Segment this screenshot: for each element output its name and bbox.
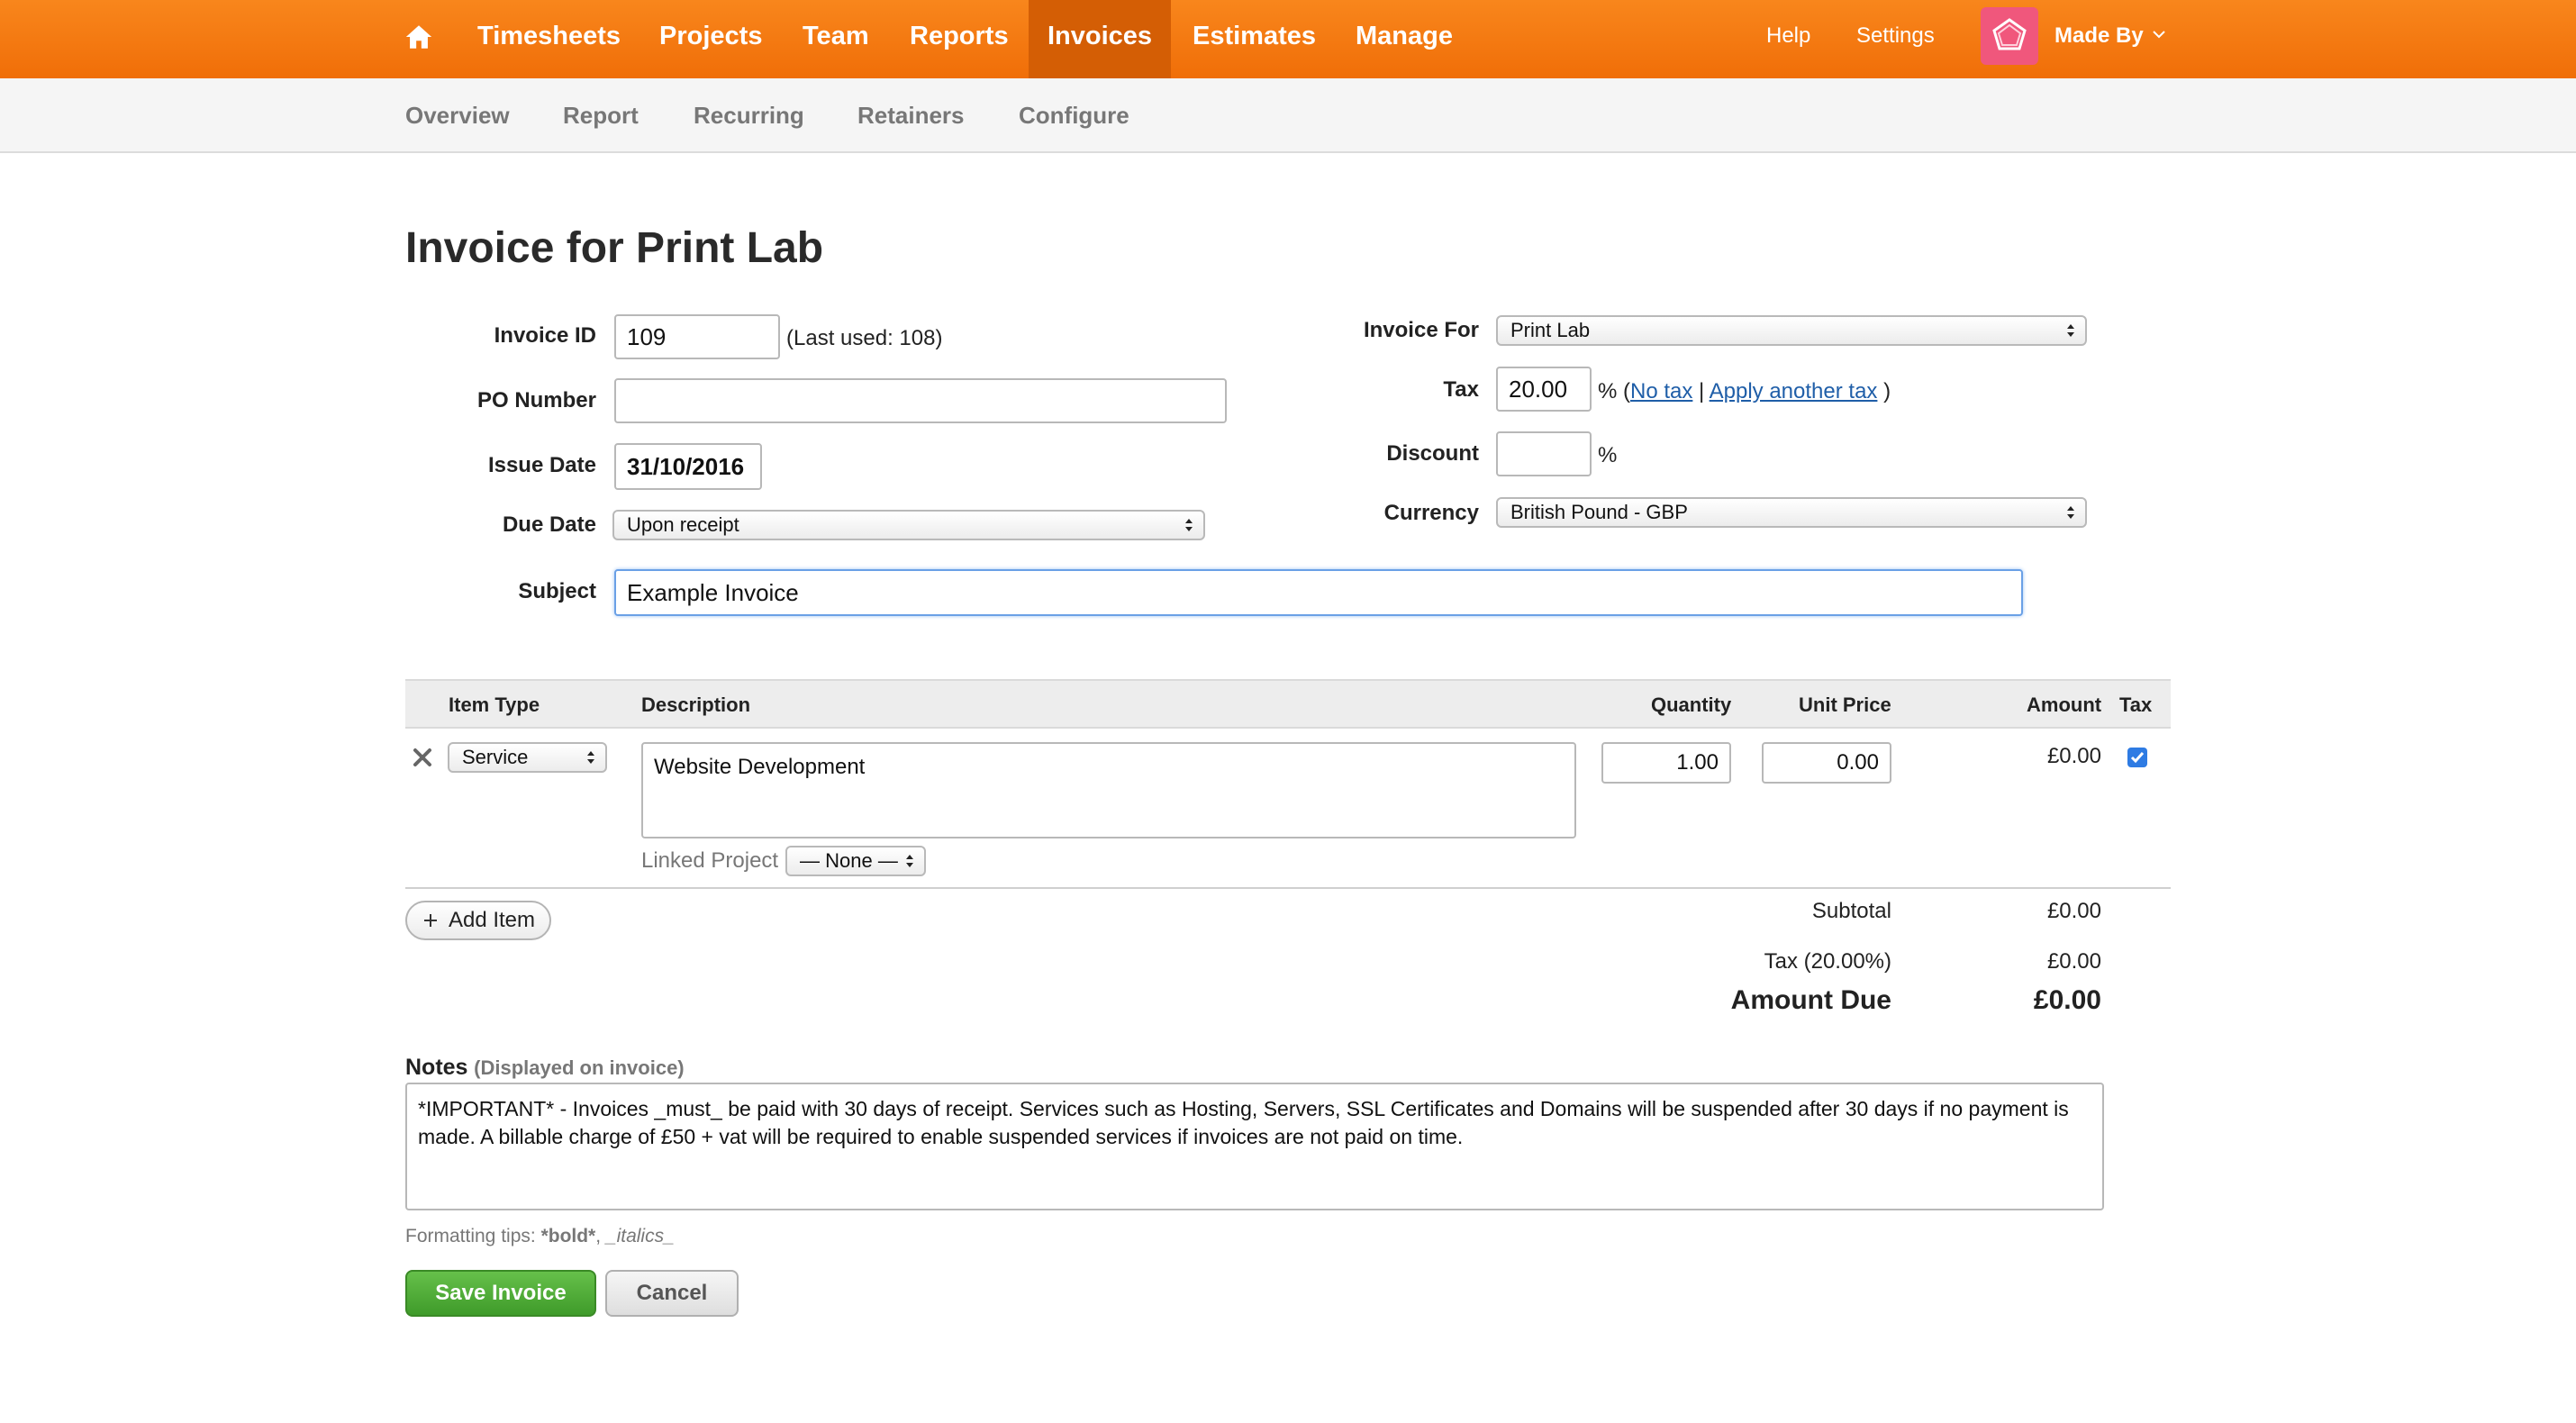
- nav-settings[interactable]: Settings: [1856, 0, 1935, 78]
- linked-project-label: Linked Project: [641, 848, 779, 873]
- tips-bold: *bold*: [540, 1226, 596, 1246]
- select-arrows-icon: [587, 751, 594, 764]
- header-quantity: Quantity: [1651, 693, 1732, 716]
- quantity-input[interactable]: 1.00: [1601, 742, 1731, 784]
- plus-icon: [423, 914, 437, 927]
- issue-date-input[interactable]: 31/10/2016: [614, 443, 762, 490]
- tax-options: % (No tax | Apply another tax ): [1598, 379, 1891, 404]
- amount-due-value: £0.00: [2033, 985, 2101, 1015]
- tax-total-value: £0.00: [2046, 949, 2101, 974]
- page-title: Invoice for Print Lab: [405, 224, 824, 272]
- subtotal-value: £0.00: [2046, 899, 2101, 923]
- tax-input[interactable]: 20.00: [1496, 367, 1592, 412]
- subnav-configure[interactable]: Configure: [1019, 78, 1129, 151]
- invoice-id-label: Invoice ID: [494, 323, 596, 348]
- subject-input[interactable]: Example Invoice: [614, 569, 2023, 616]
- apply-another-tax-link[interactable]: Apply another tax: [1710, 379, 1878, 403]
- tax-percent-text: % (: [1598, 379, 1630, 403]
- select-arrows-icon: [2067, 506, 2074, 519]
- checkmark-icon: [2130, 752, 2145, 764]
- description-textarea[interactable]: Website Development: [641, 742, 1576, 838]
- nav-reports[interactable]: Reports: [910, 0, 1009, 78]
- issue-date-label: Issue Date: [487, 453, 596, 477]
- subnav-report[interactable]: Report: [563, 78, 639, 151]
- discount-label: Discount: [1386, 441, 1479, 466]
- currency-label: Currency: [1383, 501, 1479, 525]
- subnav-retainers[interactable]: Retainers: [857, 78, 965, 151]
- due-date-select[interactable]: Upon receipt: [612, 510, 1205, 540]
- po-number-label: PO Number: [476, 388, 596, 412]
- account-menu[interactable]: Made By: [2054, 0, 2144, 78]
- invoice-for-select[interactable]: Print Lab: [1496, 315, 2087, 346]
- subnav-overview[interactable]: Overview: [405, 78, 510, 151]
- nav-manage[interactable]: Manage: [1356, 0, 1453, 78]
- avatar[interactable]: [1981, 7, 2038, 65]
- divider: [405, 887, 2171, 889]
- invoice-for-label: Invoice For: [1363, 318, 1479, 342]
- tax-label: Tax: [1443, 377, 1479, 402]
- no-tax-link[interactable]: No tax: [1630, 379, 1692, 403]
- subject-label: Subject: [518, 579, 596, 603]
- select-arrows-icon: [1185, 519, 1193, 531]
- tips-separator: ,: [595, 1226, 606, 1246]
- tax-checkbox[interactable]: [2127, 748, 2147, 767]
- discount-input[interactable]: [1496, 431, 1592, 476]
- notes-heading: Notes (Displayed on invoice): [405, 1055, 685, 1081]
- notes-label: Notes: [405, 1055, 468, 1080]
- add-item-label: Add Item: [448, 908, 536, 932]
- header-amount: Amount: [2027, 693, 2102, 716]
- header-unit-price: Unit Price: [1799, 693, 1891, 716]
- header-item-type: Item Type: [449, 693, 540, 716]
- nav-estimates[interactable]: Estimates: [1193, 0, 1316, 78]
- remove-item-icon[interactable]: [411, 746, 434, 769]
- cancel-button[interactable]: Cancel: [605, 1270, 739, 1317]
- sub-navigation-bar: Overview Report Recurring Retainers Conf…: [0, 78, 2576, 153]
- tips-italic: _italics_: [605, 1226, 675, 1246]
- unit-price-input[interactable]: 0.00: [1762, 742, 1891, 784]
- nav-timesheets[interactable]: Timesheets: [477, 0, 621, 78]
- pentagon-logo-icon: [1992, 18, 2027, 50]
- notes-hint: (Displayed on invoice): [474, 1056, 685, 1079]
- home-icon[interactable]: [404, 22, 434, 52]
- currency-value: British Pound - GBP: [1510, 501, 1688, 523]
- nav-projects[interactable]: Projects: [659, 0, 762, 78]
- select-arrows-icon: [906, 855, 913, 867]
- notes-textarea[interactable]: *IMPORTANT* - Invoices _must_ be paid wi…: [405, 1083, 2104, 1210]
- formatting-tips: Formatting tips: *bold*, _italics_: [405, 1226, 675, 1247]
- close-paren-text: ): [1883, 379, 1891, 403]
- tax-total-label: Tax (20.00%): [1764, 949, 1891, 974]
- nav-invoices[interactable]: Invoices: [1029, 0, 1171, 78]
- header-tax: Tax: [2119, 693, 2153, 716]
- tips-prefix: Formatting tips:: [405, 1226, 541, 1246]
- invoice-id-input[interactable]: 109: [614, 314, 780, 359]
- due-date-label: Due Date: [502, 512, 596, 537]
- subnav-recurring[interactable]: Recurring: [694, 78, 804, 151]
- select-arrows-icon: [2067, 324, 2074, 337]
- discount-percent-text: %: [1598, 443, 1618, 467]
- po-number-input[interactable]: [614, 378, 1227, 423]
- separator-text: |: [1699, 379, 1705, 403]
- chevron-down-icon[interactable]: [2152, 27, 2166, 41]
- linked-project-value: — None —: [800, 849, 898, 872]
- nav-team[interactable]: Team: [803, 0, 869, 78]
- nav-help[interactable]: Help: [1766, 0, 1810, 78]
- linked-project-select[interactable]: — None —: [785, 846, 926, 876]
- top-navigation-bar: Timesheets Projects Team Reports Invoice…: [0, 0, 2576, 78]
- line-items-header: Item Type Description Quantity Unit Pric…: [405, 679, 2171, 729]
- save-invoice-button[interactable]: Save Invoice: [405, 1270, 596, 1317]
- due-date-value: Upon receipt: [627, 513, 739, 536]
- item-type-select[interactable]: Service: [448, 742, 607, 773]
- last-used-text: (Last used: 108): [786, 326, 943, 350]
- invoice-for-value: Print Lab: [1510, 319, 1591, 341]
- add-item-button[interactable]: Add Item: [405, 901, 551, 940]
- currency-select[interactable]: British Pound - GBP: [1496, 497, 2087, 528]
- header-description: Description: [641, 693, 751, 716]
- subtotal-label: Subtotal: [1811, 899, 1891, 923]
- amount-due-label: Amount Due: [1730, 985, 1891, 1015]
- item-type-value: Service: [462, 746, 529, 768]
- amount-value: £0.00: [2046, 744, 2101, 768]
